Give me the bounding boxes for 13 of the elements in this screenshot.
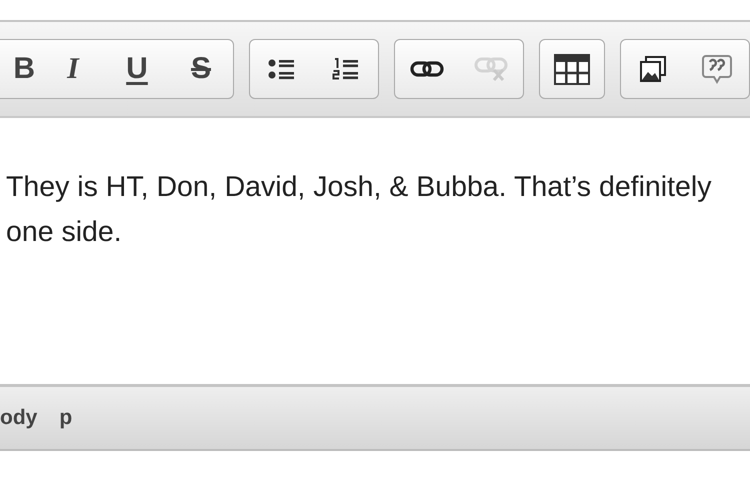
italic-button[interactable]: I xyxy=(41,40,105,98)
editor-text: They is HT, Don, David, Josh, & Bubba. That’s definitely one side. xyxy=(6,170,712,250)
underline-button[interactable]: U xyxy=(105,40,169,98)
unlink-icon xyxy=(474,56,508,82)
table-icon xyxy=(554,54,590,84)
element-path-item[interactable]: ody xyxy=(0,406,38,430)
image-icon xyxy=(639,55,667,83)
strikethrough-button[interactable]: S xyxy=(169,40,233,98)
numbered-list-icon xyxy=(331,56,361,82)
link-icon xyxy=(410,60,444,78)
element-path-item[interactable]: p xyxy=(59,406,72,430)
speech-bubble-icon xyxy=(701,53,733,85)
bold-button[interactable]: B xyxy=(0,40,41,98)
